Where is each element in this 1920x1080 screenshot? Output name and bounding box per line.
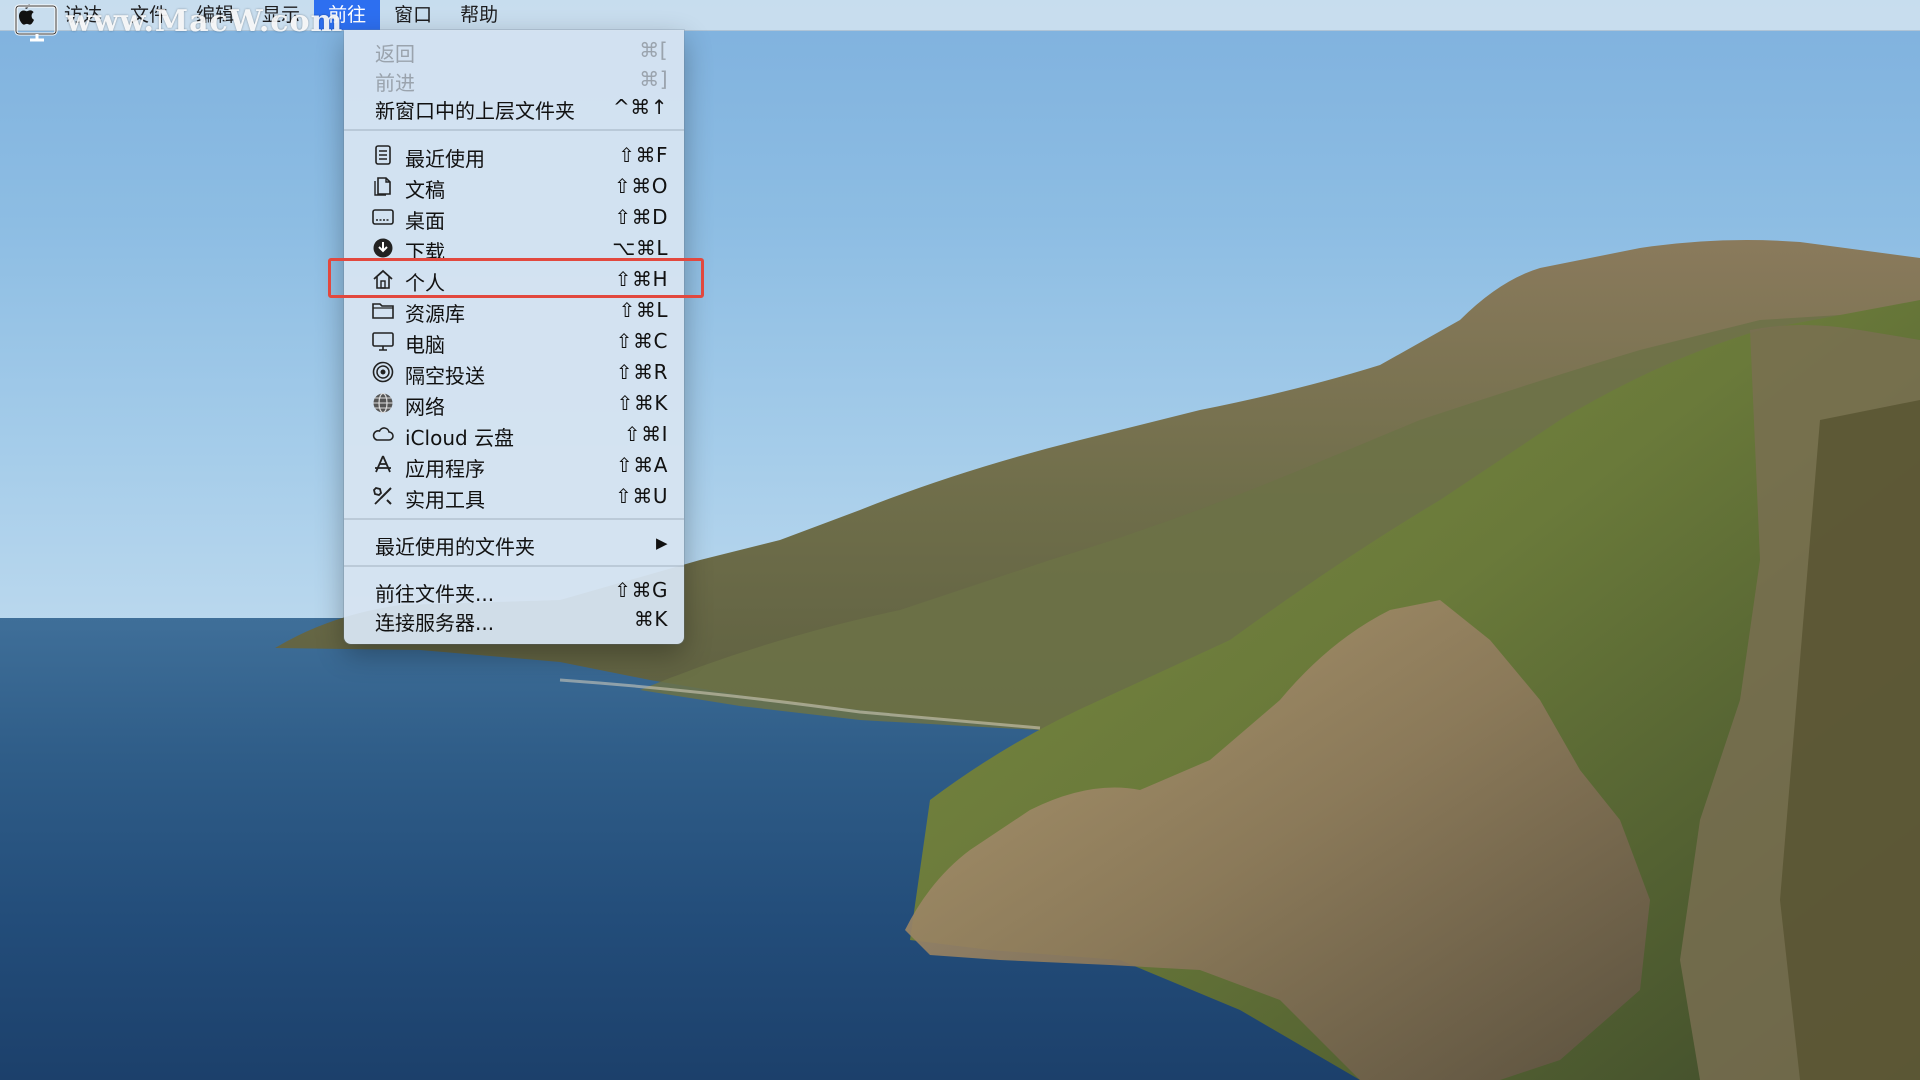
menu-help[interactable]: 帮助	[446, 0, 512, 30]
menu-item-icloud-drive[interactable]: iCloud 云盘 ⇧⌘I	[344, 419, 684, 450]
shortcut-label: ⇧⌘R	[615, 360, 668, 384]
shortcut-label: ⇧⌘A	[616, 453, 668, 477]
menu-item-forward[interactable]: 前进 ⌘]	[344, 64, 684, 95]
menu-item-label: 应用程序	[405, 457, 485, 481]
utilities-icon	[373, 487, 392, 505]
menu-item-label: 新窗口中的上层文件夹	[375, 99, 575, 123]
menu-item-back[interactable]: 返回 ⌘[	[344, 35, 684, 66]
menu-separator	[344, 518, 684, 520]
desktop-icon	[372, 209, 394, 225]
shortcut-label: ⇧⌘I	[623, 422, 668, 446]
monitor-logo-icon	[14, 4, 58, 42]
airdrop-icon	[372, 361, 394, 383]
menu-item-label: 实用工具	[405, 488, 485, 512]
menu-item-label: 桌面	[405, 209, 445, 233]
submenu-arrow-icon: ▶	[655, 534, 668, 552]
menu-item-label: 资源库	[405, 302, 465, 326]
menu-item-label: 最近使用	[405, 147, 485, 171]
computer-icon	[372, 332, 394, 351]
menu-item-label: iCloud 云盘	[405, 426, 515, 450]
shortcut-label: ⇧⌘K	[616, 391, 668, 415]
menu-item-connect-server[interactable]: 连接服务器... ⌘K	[344, 604, 684, 635]
shortcut-label: ⇧⌘D	[614, 205, 668, 229]
menu-item-label: 网络	[405, 395, 445, 419]
menu-item-recents[interactable]: 最近使用 ⇧⌘F	[344, 140, 684, 171]
shortcut-label: ⌘]	[639, 67, 668, 91]
menu-item-enclosing-folder[interactable]: 新窗口中的上层文件夹 ^⌘↑	[344, 92, 684, 123]
desktop-wallpaper	[0, 0, 1920, 1080]
menu-separator	[344, 129, 684, 131]
menu-item-label: 连接服务器...	[375, 611, 495, 635]
coastline-hills	[275, 240, 1920, 1080]
menu-item-label: 电脑	[405, 333, 445, 357]
icloud-icon	[372, 427, 394, 441]
menu-item-network[interactable]: 网络 ⇧⌘K	[344, 388, 684, 419]
menu-item-library[interactable]: 资源库 ⇧⌘L	[344, 295, 684, 326]
go-menu-dropdown: 返回 ⌘[ 前进 ⌘] 新窗口中的上层文件夹 ^⌘↑ 最近使用 ⇧⌘F 文稿 ⇧…	[344, 30, 684, 644]
shortcut-label: ⇧⌘L	[618, 298, 668, 322]
shortcut-label: ⌘K	[633, 607, 668, 631]
menu-item-computer[interactable]: 电脑 ⇧⌘C	[344, 326, 684, 357]
menu-item-airdrop[interactable]: 隔空投送 ⇧⌘R	[344, 357, 684, 388]
shortcut-label: ⇧⌘G	[614, 578, 668, 602]
menu-separator	[344, 565, 684, 567]
shortcut-label: ⇧⌘O	[614, 174, 668, 198]
menu-item-label: 最近使用的文件夹	[375, 535, 535, 559]
watermark-text: www.MacW.com	[66, 4, 344, 39]
recents-icon	[375, 145, 391, 165]
shortcut-label: ⇧⌘C	[615, 329, 668, 353]
menu-item-go-to-folder[interactable]: 前往文件夹... ⇧⌘G	[344, 575, 684, 606]
network-icon	[373, 392, 393, 414]
menu-window[interactable]: 窗口	[380, 0, 446, 30]
menu-item-documents[interactable]: 文稿 ⇧⌘O	[344, 171, 684, 202]
shortcut-label: ⇧⌘F	[618, 143, 668, 167]
shortcut-label: ^⌘↑	[612, 95, 668, 119]
menu-item-label: 隔空投送	[405, 364, 485, 388]
shortcut-label: ⌘[	[639, 38, 668, 62]
applications-icon	[375, 455, 391, 473]
shortcut-label: ⇧⌘U	[615, 484, 668, 508]
menu-item-label: 前往文件夹...	[375, 582, 495, 606]
library-folder-icon	[372, 303, 394, 319]
documents-icon	[374, 177, 391, 196]
downloads-icon	[373, 238, 393, 258]
menu-item-recent-folders[interactable]: 最近使用的文件夹 ▶	[344, 528, 684, 559]
menu-item-applications[interactable]: 应用程序 ⇧⌘A	[344, 450, 684, 481]
menu-item-utilities[interactable]: 实用工具 ⇧⌘U	[344, 481, 684, 512]
menu-item-label: 文稿	[405, 178, 445, 202]
callout-highlight-box	[328, 258, 704, 298]
menu-item-label: 返回	[375, 42, 415, 66]
menu-item-desktop[interactable]: 桌面 ⇧⌘D	[344, 202, 684, 233]
shortcut-label: ⌥⌘L	[612, 236, 668, 260]
